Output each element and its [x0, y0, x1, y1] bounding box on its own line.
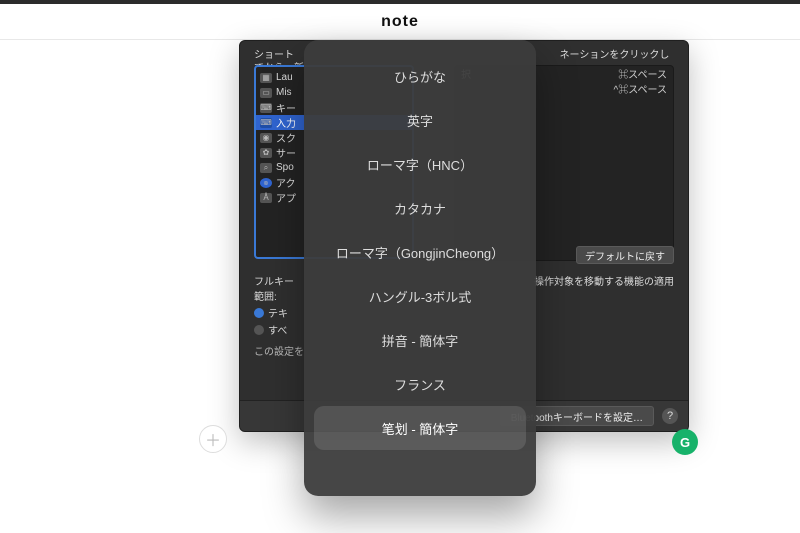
picker-item-eiji[interactable]: 英字 — [314, 98, 526, 142]
restore-defaults-button[interactable]: デフォルトに戻す — [576, 246, 674, 264]
site-topbar: note — [0, 4, 800, 40]
grammarly-fab[interactable]: G — [672, 429, 698, 455]
hint-prefix: ショート — [254, 50, 294, 61]
brand-logo[interactable]: note — [381, 13, 419, 31]
radio-label: すべ — [268, 322, 287, 337]
picker-item-label: ローマ字（HNC） — [367, 155, 473, 174]
camera-icon: ◉ — [260, 133, 272, 143]
app-icon: Å — [260, 193, 272, 203]
picker-item-hiragana[interactable]: ひらがな — [314, 54, 526, 98]
picker-item-romaji-hnc[interactable]: ローマ字（HNC） — [314, 142, 526, 186]
radio-off-icon — [254, 325, 264, 335]
sidebar-item-label: Lau — [276, 72, 293, 83]
fullkeys-note: 操作対象を移動する機能の適用 — [534, 273, 674, 303]
sidebar-item-label: アク — [276, 175, 296, 190]
grammarly-icon: G — [680, 435, 690, 450]
sidebar-item-label: スク — [276, 130, 296, 145]
picker-item-bihua-simplified[interactable]: 笔划 - 簡体字 — [314, 406, 526, 450]
plus-icon: ＋ — [205, 427, 221, 451]
radio-label: テキ — [268, 305, 288, 320]
picker-item-label: ひらがな — [394, 67, 446, 86]
picker-item-label: フランス — [394, 375, 446, 394]
picker-item-hangul-3bol[interactable]: ハングル-3ボル式 — [314, 274, 526, 318]
keyboard-icon: ⌨ — [260, 118, 272, 128]
fullkeys-label: フルキー — [254, 277, 294, 288]
app-icon: ▦ — [260, 73, 272, 83]
picker-item-romaji-gongjin[interactable]: ローマ字（GongjinCheong） — [314, 230, 526, 274]
radio-on-icon — [254, 308, 264, 318]
fullkeys-label2: 範囲: — [254, 292, 277, 303]
add-fab-button[interactable]: ＋ — [199, 425, 227, 453]
sidebar-item-label: Spo — [276, 162, 294, 173]
picker-item-label: 英字 — [407, 111, 433, 130]
sidebar-item-label: キー — [276, 100, 296, 115]
keyboard-icon: ⌨ — [260, 103, 272, 113]
help-button[interactable]: ? — [662, 408, 678, 424]
sidebar-item-label: Mis — [276, 87, 292, 98]
picker-item-pinyin-simplified[interactable]: 拼音 - 簡体字 — [314, 318, 526, 362]
input-source-picker[interactable]: ひらがな 英字 ローマ字（HNC） カタカナ ローマ字（GongjinCheon… — [304, 40, 536, 496]
shortcut-keys: ⌘スペース — [618, 66, 667, 81]
window-icon: ▭ — [260, 88, 272, 98]
search-icon: ⌕ — [260, 163, 272, 173]
picker-item-katakana[interactable]: カタカナ — [314, 186, 526, 230]
picker-item-france[interactable]: フランス — [314, 362, 526, 406]
sidebar-item-label: サー — [276, 145, 296, 160]
gear-icon: ✿ — [260, 148, 272, 158]
sidebar-item-label: 入力 — [276, 115, 296, 130]
picker-item-label: カタカナ — [394, 199, 446, 218]
picker-item-label: 笔划 - 簡体字 — [382, 419, 459, 438]
picker-item-label: ローマ字（GongjinCheong） — [336, 243, 504, 262]
accessibility-icon: ๏ — [260, 178, 272, 188]
sidebar-item-label: アプ — [276, 190, 296, 205]
picker-item-label: ハングル-3ボル式 — [369, 287, 472, 306]
picker-item-label: 拼音 - 簡体字 — [382, 331, 459, 350]
shortcut-keys: ^⌘スペース — [614, 81, 668, 96]
content-stage: ショート ネーションをクリックしてから、新 しいキー ▦ Lau ▭ Mis ⌨… — [0, 40, 800, 533]
